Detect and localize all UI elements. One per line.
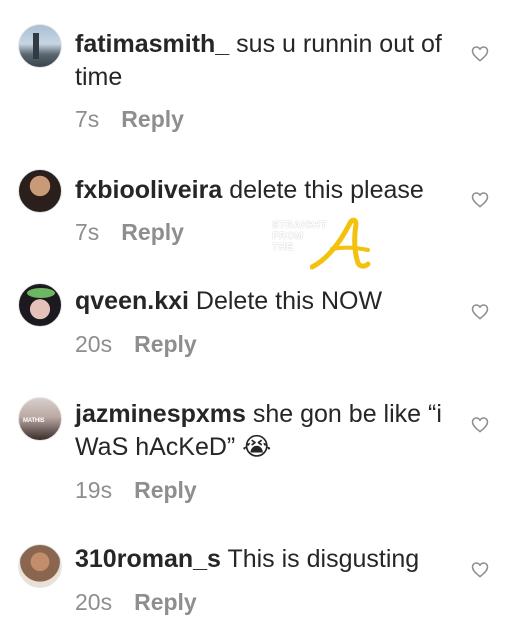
heart-outline-icon[interactable] bbox=[471, 45, 489, 62]
comment-time: 19s bbox=[75, 477, 113, 503]
comment-username[interactable]: jazminespxms bbox=[75, 400, 246, 428]
comment-text: qveen.kxi Delete this NOW bbox=[75, 285, 460, 318]
comment-body: Delete this NOW bbox=[195, 287, 383, 315]
comment-meta: 7s Reply bbox=[75, 219, 184, 246]
heart-outline-icon[interactable] bbox=[471, 416, 489, 433]
reply-button[interactable]: Reply bbox=[121, 219, 184, 245]
comment-username[interactable]: fxbiooliveira bbox=[75, 176, 222, 204]
avatar[interactable]: MATHIS bbox=[18, 397, 62, 441]
comment-text: 310roman_s This is disgusting bbox=[75, 543, 460, 576]
comment-username[interactable]: qveen.kxi bbox=[75, 287, 189, 315]
watermark-a-icon bbox=[310, 217, 371, 270]
avatar[interactable] bbox=[18, 544, 62, 588]
comment-text: jazminespxms she gon be like “i WaS hAcK… bbox=[75, 398, 460, 464]
comment-text: fatimasmith_ sus u runnin out of time bbox=[75, 28, 460, 94]
avatar-tag: MATHIS bbox=[23, 418, 45, 424]
comment-text: fxbiooliveira delete this please bbox=[75, 174, 460, 207]
avatar[interactable] bbox=[18, 283, 62, 327]
reply-button[interactable]: Reply bbox=[134, 589, 197, 615]
comment-time: 20s bbox=[75, 331, 113, 357]
avatar[interactable] bbox=[18, 24, 62, 68]
comment-username[interactable]: fatimasmith_ bbox=[75, 30, 229, 58]
comment-body: This is disgusting bbox=[227, 545, 420, 573]
watermark-logo: STRAIGHT FROM THE bbox=[272, 215, 382, 270]
reply-button[interactable]: Reply bbox=[121, 106, 184, 132]
comment-username[interactable]: 310roman_s bbox=[75, 545, 221, 573]
heart-outline-icon[interactable] bbox=[471, 191, 489, 208]
comment-time: 7s bbox=[75, 106, 100, 132]
comment-meta: 7s Reply bbox=[75, 106, 184, 133]
comment-meta: 20s Reply bbox=[75, 589, 197, 616]
comment-meta: 19s Reply bbox=[75, 477, 197, 504]
comment-meta: 20s Reply bbox=[75, 331, 197, 358]
comment-time: 7s bbox=[75, 219, 100, 245]
heart-outline-icon[interactable] bbox=[471, 303, 489, 320]
reply-button[interactable]: Reply bbox=[134, 331, 197, 357]
comment-body: delete this please bbox=[229, 176, 424, 204]
heart-outline-icon[interactable] bbox=[471, 561, 489, 578]
avatar[interactable] bbox=[18, 169, 62, 213]
comment-time: 20s bbox=[75, 589, 113, 615]
reply-button[interactable]: Reply bbox=[134, 477, 197, 503]
